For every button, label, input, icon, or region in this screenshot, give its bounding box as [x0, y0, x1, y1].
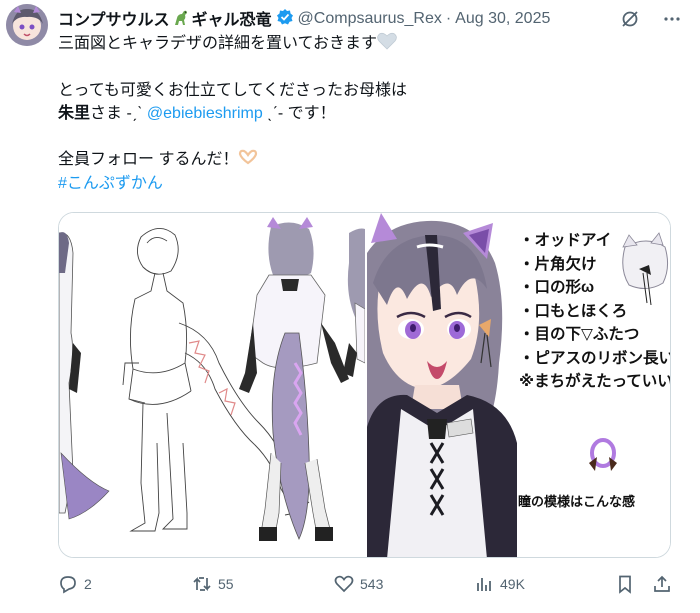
verified-badge-icon — [276, 8, 294, 31]
dinosaur-icon — [172, 9, 190, 32]
reply-button[interactable]: 2 — [58, 574, 92, 594]
separator-dot: · — [445, 10, 452, 27]
reply-icon — [60, 576, 76, 594]
heart-icon — [334, 575, 354, 593]
media-attachment[interactable]: ・オッドアイ ・片角欠け ・口の形ω ・口もとほくろ ・目の下▽ふたつ ・ピアス… — [58, 212, 671, 558]
reply-count: 2 — [84, 576, 92, 592]
turnaround-image[interactable] — [59, 213, 365, 557]
design-note: ・口もとほくろ — [519, 302, 628, 320]
tweet-line-4: 全員フォロー するんだ！ — [58, 148, 658, 174]
share-button[interactable] — [652, 574, 672, 594]
share-icon — [654, 575, 670, 592]
repost-icon — [193, 576, 211, 592]
tweet-text: 三面図とキャラデザの詳細を置いておきます とっても可愛くお仕立てしてくださったお… — [58, 32, 658, 196]
tweet-line-3: 朱里さま -ˏˋ @ebiebieshrimp ˎˊ- です！ — [58, 104, 336, 122]
design-note: ・ピアスのリボン長い — [519, 349, 671, 367]
views-icon — [477, 578, 491, 591]
grok-icon[interactable] — [620, 9, 640, 34]
design-note: ・目の下▽ふたつ — [519, 326, 640, 343]
tweet-date[interactable]: Aug 30, 2025 — [455, 10, 550, 28]
display-name[interactable]: コンプサウルス ギャル恐竜 — [58, 6, 272, 32]
hashtag-line: #こんぷずかん — [58, 173, 658, 196]
design-notes: ・オッドアイ ・片角欠け ・口の形ω ・口もとほくろ ・目の下▽ふたつ ・ピアス… — [519, 229, 671, 394]
author-handle[interactable]: @Compsaurus_Rex — [298, 10, 442, 28]
tweet-header: コンプサウルス ギャル恐竜 @Compsaurus_Rex · Aug 30, 2… — [58, 8, 682, 30]
more-icon[interactable] — [662, 9, 682, 34]
heart-hands-icon — [238, 148, 258, 174]
repost-button[interactable]: 55 — [192, 574, 234, 594]
mention-link[interactable]: @ebiebieshrimp — [147, 105, 263, 122]
like-count: 543 — [360, 576, 384, 592]
bookmark-icon — [619, 575, 631, 594]
pupil-caption: 瞳の模様はこんな感 — [518, 494, 636, 509]
design-note: ・オッドアイ — [519, 232, 612, 249]
white-heart-icon — [377, 32, 397, 58]
bookmark-button[interactable] — [615, 574, 635, 594]
design-note: ・片角欠け — [519, 255, 597, 273]
avatar[interactable] — [6, 4, 48, 46]
character-design-image[interactable]: ・オッドアイ ・片角欠け ・口の形ω ・口もとほくろ ・目の下▽ふたつ ・ピアス… — [367, 213, 671, 557]
views-count: 49K — [500, 576, 525, 592]
repost-count: 55 — [218, 576, 234, 592]
hashtag-link[interactable]: #こんぷずかん — [58, 175, 163, 192]
like-button[interactable]: 543 — [334, 574, 383, 594]
tweet-line-2: とっても可愛くお仕立てしてくださったお母様は — [58, 82, 407, 99]
action-bar: 2 55 543 49K — [58, 574, 673, 598]
design-note: ・口の形ω — [519, 279, 595, 296]
tweet-line-1: 三面図とキャラデザの詳細を置いておきます — [58, 32, 658, 58]
design-note: ※まちがえたっていい — [519, 373, 671, 390]
views-button[interactable]: 49K — [474, 574, 525, 594]
